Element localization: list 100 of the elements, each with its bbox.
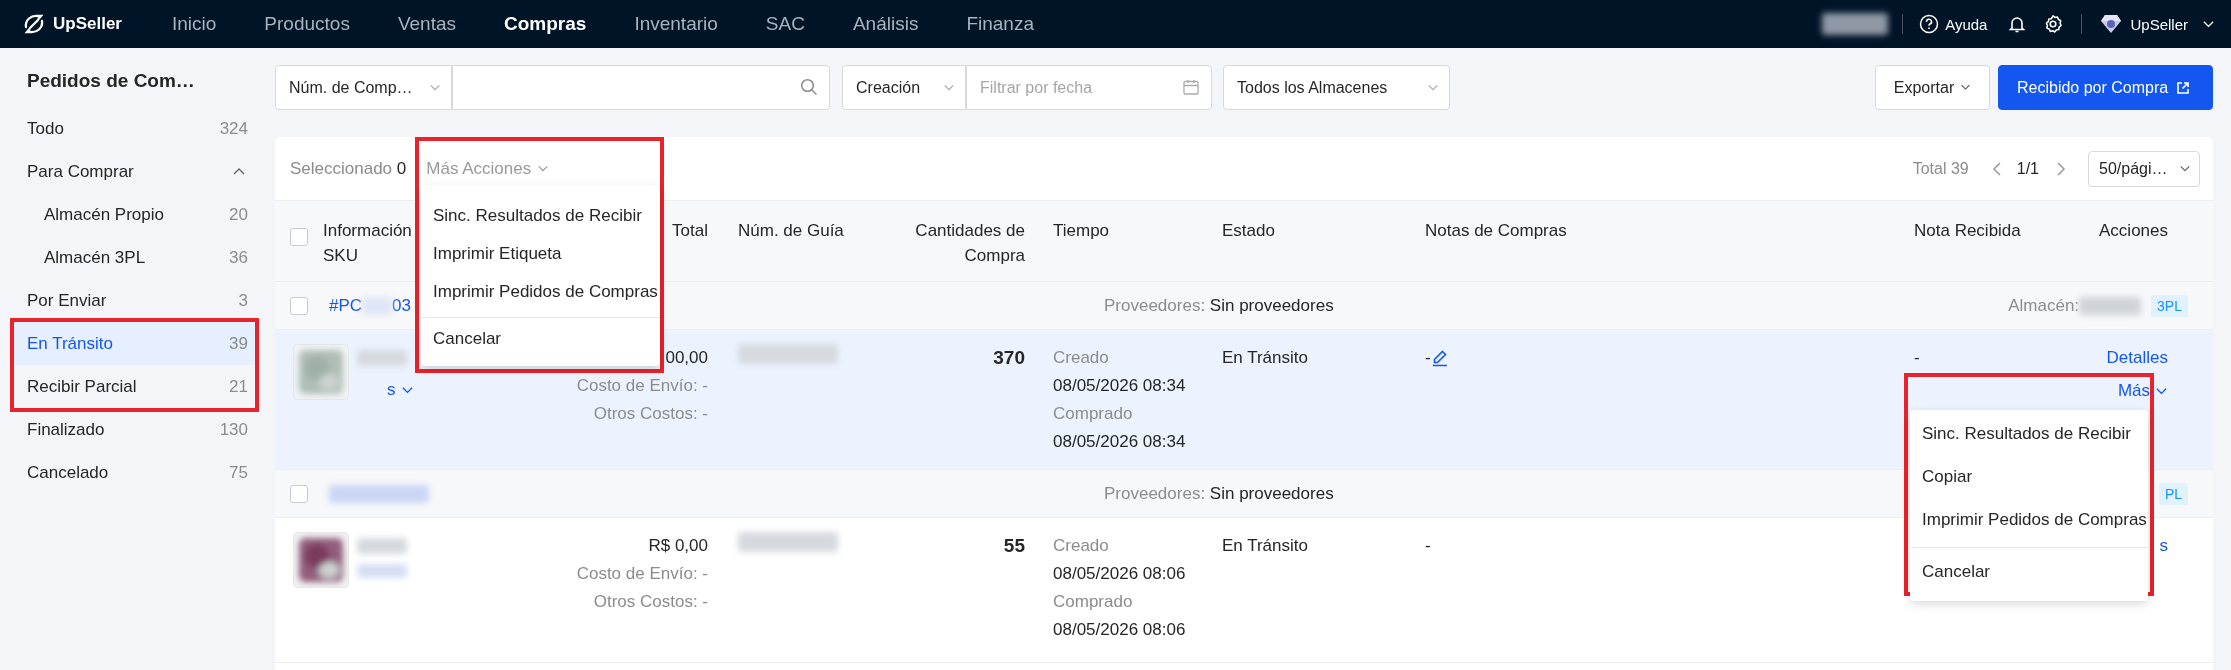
blurred-text [1822, 13, 1889, 35]
item-count: 39 [229, 333, 248, 354]
blurred-text [2079, 296, 2142, 315]
sidebar-item[interactable]: Para Comprar [14, 150, 255, 193]
nav-tab[interactable]: Compras [504, 13, 587, 35]
selection-count: Seleccionado 0 [290, 158, 407, 179]
supplier-text: Proveedores: Sin proveedores [1104, 483, 1334, 504]
time-label: Comprado [1053, 403, 1134, 425]
time-label: Creado [1053, 535, 1110, 557]
page-size-select[interactable]: 50/pági… [2088, 150, 2200, 187]
blurred-text [357, 538, 407, 554]
column-header: Notas de Compras [1425, 221, 1567, 240]
total-count: Total 39 [1912, 159, 1969, 178]
help-icon [1919, 14, 1940, 34]
menu-item[interactable]: Copiar [1910, 455, 2148, 498]
search-field[interactable] [452, 65, 830, 110]
warehouse-label: Almacén: [2008, 295, 2080, 316]
time-value: 08/05/2026 08:06 [1053, 619, 1187, 641]
column-header: Estado [1222, 221, 1275, 240]
warehouse-select[interactable]: Todos los Almacenes [1223, 65, 1450, 110]
item-count: 36 [229, 247, 248, 268]
calendar-icon[interactable] [1182, 78, 1200, 96]
sidebar-item[interactable]: En Tránsito 39 [14, 322, 255, 365]
received-button[interactable]: Recibido por Compra [1998, 65, 2213, 110]
sidebar-item[interactable]: Recibir Parcial 21 [14, 365, 255, 408]
edit-icon[interactable] [1430, 349, 1449, 367]
date-type-select[interactable]: Creación [842, 65, 966, 110]
nav-tab[interactable]: Análisis [852, 13, 919, 35]
sidebar-item[interactable]: Cancelado 75 [14, 451, 255, 494]
time-value: 08/05/2026 08:34 [1053, 375, 1187, 397]
page-indicator: 1/1 [2016, 159, 2039, 178]
order-link[interactable]: #PC [329, 291, 363, 320]
column-header: Acciones [2099, 221, 2168, 240]
nav-tab[interactable]: Inventario [634, 13, 718, 35]
details-link[interactable]: Detalles [2106, 344, 2168, 372]
time-value: 08/05/2026 08:06 [1053, 563, 1187, 585]
chevron-left-icon[interactable] [1990, 160, 2003, 177]
menu-item[interactable]: Imprimir Pedidos de Compras [1910, 498, 2148, 541]
nav-tab[interactable]: Finanza [966, 13, 1034, 35]
checkbox[interactable] [290, 296, 308, 315]
time-value: 08/05/2026 08:34 [1053, 431, 1187, 453]
diamond-avatar-icon [2100, 14, 2123, 34]
item-count: 324 [219, 118, 248, 139]
blurred-text [357, 564, 407, 578]
more-dropdown[interactable]: Más [2117, 377, 2168, 405]
menu-item[interactable]: Imprimir Pedidos de Compras [421, 273, 660, 311]
search-icon[interactable] [800, 78, 818, 96]
nav-tab[interactable]: Inicio [172, 13, 217, 35]
shipping-cost: Costo de Envío: - [575, 375, 708, 397]
nav-tab[interactable]: Ventas [397, 13, 456, 35]
sidebar-item[interactable]: Finalizado 130 [14, 408, 255, 451]
menu-item[interactable]: Imprimir Etiqueta [421, 235, 660, 273]
item-count: 3 [238, 290, 248, 311]
menu-item[interactable]: Cancelar [421, 320, 660, 358]
chevron-right-icon[interactable] [2055, 160, 2067, 177]
external-link-icon [2176, 80, 2191, 95]
price-text: R$ 0,00 [647, 535, 708, 557]
column-header: Cantidades de Compra [915, 221, 1025, 265]
variant-link[interactable]: s [387, 376, 414, 404]
shipping-cost: Costo de Envío: - [575, 563, 708, 585]
bell-icon[interactable] [2007, 14, 2028, 34]
sidebar-item[interactable]: Almacén Propio 20 [14, 193, 255, 236]
column-header: Tiempo [1053, 221, 1110, 240]
menu-item[interactable]: Sinc. Resultados de Recibir [1910, 412, 2148, 455]
item-count: 20 [229, 204, 248, 225]
column-header: Total [672, 221, 708, 240]
date-field[interactable]: Filtrar por fecha [966, 65, 1212, 110]
menu-item[interactable]: Cancelar [1910, 550, 2148, 593]
column-header: Información SKU [323, 220, 413, 267]
checkbox[interactable] [290, 484, 308, 503]
order-link[interactable]: 03 [392, 291, 411, 320]
search-type-select[interactable]: Núm. de Comp… [275, 65, 452, 110]
blurred-text [357, 350, 407, 366]
sidebar-item[interactable]: Por Enviar 3 [14, 279, 255, 322]
warehouse-tag: 3PL [2151, 294, 2188, 317]
help-button[interactable]: Ayuda [1919, 14, 1988, 34]
time-label: Comprado [1053, 591, 1134, 613]
export-button[interactable]: Exportar [1875, 65, 1990, 110]
account-menu[interactable]: UpSeller [2100, 14, 2215, 34]
chevron-down-icon [1960, 82, 1972, 93]
column-header: Nota Recibida [1914, 221, 2021, 240]
status-text: En Tránsito [1222, 536, 1308, 555]
sidebar-item[interactable]: Almacén 3PL 36 [14, 236, 255, 279]
quantity-text: 55 [1003, 535, 1025, 556]
nav-tab[interactable]: Productos [264, 13, 350, 35]
price-text: 00,00 [664, 347, 708, 369]
status-text: En Tránsito [1222, 348, 1308, 367]
details-link[interactable]: s [2159, 532, 2168, 560]
logo-icon[interactable] [22, 12, 46, 36]
brand-name: UpSeller [53, 14, 122, 34]
other-costs: Otros Costos: - [592, 591, 708, 613]
menu-item[interactable]: Sinc. Resultados de Recibir [421, 197, 660, 235]
nav-tab[interactable]: SAC [765, 13, 805, 35]
item-count: 75 [229, 462, 248, 483]
sidebar-item[interactable]: Todo 324 [14, 107, 255, 150]
time-label: Creado [1053, 347, 1110, 369]
quantity-text: 370 [993, 347, 1025, 368]
warehouse-tag: PL [2158, 482, 2188, 505]
settings-icon[interactable] [2043, 14, 2064, 34]
checkbox[interactable] [290, 228, 308, 246]
